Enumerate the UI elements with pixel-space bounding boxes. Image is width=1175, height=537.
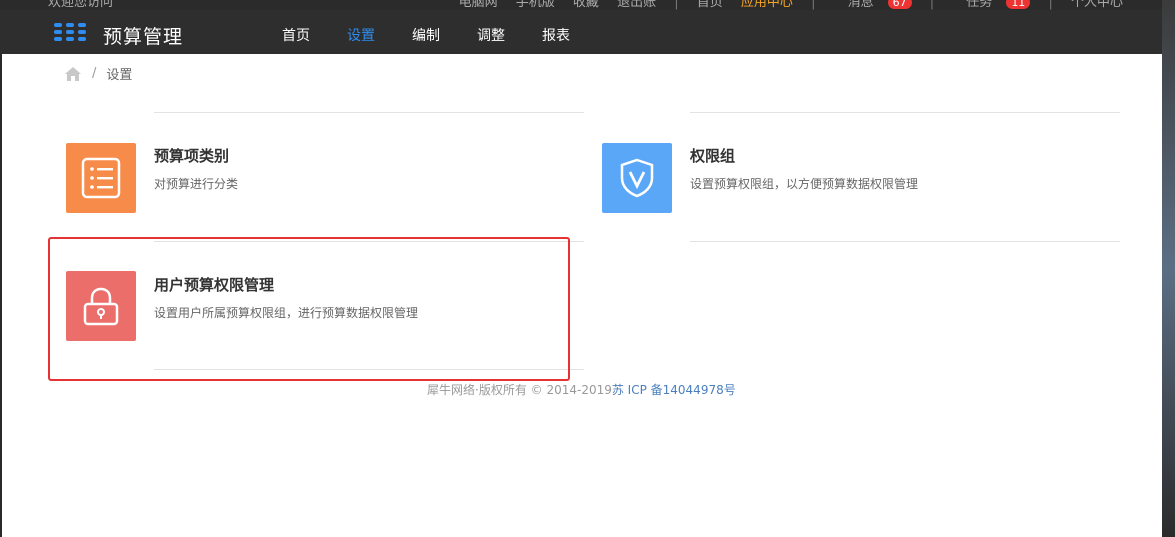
top-right-links: 电脑网 手机版 收藏 退出账 | 首页 应用中心 | 消息 67 | 任务 11 |… xyxy=(445,0,1123,10)
divider: | xyxy=(929,0,935,10)
tasks-badge: 11 xyxy=(1006,0,1031,9)
page-footer: 犀牛网络·版权所有 © 2014-2019苏 ICP 备14044978号 xyxy=(427,381,736,398)
top-link-home[interactable]: 首页 xyxy=(697,0,723,10)
footer-icp-link[interactable]: 苏 ICP 备14044978号 xyxy=(612,383,736,397)
selection-highlight xyxy=(48,237,570,381)
nav-item-compile[interactable]: 编制 xyxy=(412,25,440,45)
top-link-personal[interactable]: 个人中心 xyxy=(1071,0,1123,10)
brand-title: 预算管理 xyxy=(103,26,184,48)
footer-copyright: 犀牛网络·版权所有 © 2014-2019 xyxy=(427,383,612,397)
top-link-tasks[interactable]: 任务 11 xyxy=(952,0,1031,10)
divider: | xyxy=(811,0,816,10)
tasks-label: 任务 xyxy=(966,0,993,10)
messages-label: 消息 xyxy=(847,0,874,10)
tile-description: 对预算进行分类 xyxy=(154,177,239,191)
window-edge xyxy=(1162,0,1175,537)
divider xyxy=(154,112,584,113)
breadcrumb-current: 设置 xyxy=(106,68,133,83)
tile-description: 设置预算权限组，以方便预算数据权限管理 xyxy=(690,177,919,191)
tile-title[interactable]: 权限组 xyxy=(690,145,735,166)
main-navbar: 预算管理 首页 设置 编制 调整 报表 xyxy=(0,10,1162,54)
nav-menu: 首页 设置 编制 调整 报表 xyxy=(282,25,607,45)
welcome-text: 欢迎您访问 xyxy=(48,0,114,10)
divider xyxy=(690,112,1120,113)
nav-item-adjust[interactable]: 调整 xyxy=(477,25,505,45)
breadcrumb: / 设置 xyxy=(64,64,132,83)
top-link-favorite[interactable]: 收藏 xyxy=(573,0,599,10)
top-link-mobile[interactable]: 手机版 xyxy=(516,0,555,10)
nav-item-settings[interactable]: 设置 xyxy=(347,25,375,45)
top-link-logout[interactable]: 退出账 xyxy=(617,0,656,10)
app-logo-icon[interactable] xyxy=(54,23,88,41)
list-icon[interactable] xyxy=(66,143,136,213)
home-icon[interactable] xyxy=(64,66,82,82)
top-link-messages[interactable]: 消息 67 xyxy=(834,0,912,10)
top-link-app-center[interactable]: 应用中心 xyxy=(741,0,793,10)
shield-icon[interactable] xyxy=(602,143,672,213)
messages-badge: 67 xyxy=(887,0,912,9)
top-utility-bar: 欢迎您访问 电脑网 手机版 收藏 退出账 | 首页 应用中心 | 消息 67 | … xyxy=(0,0,1175,10)
main-content: / 设置 预算项类别 对预算进行分类 权限组 设置预算权限组，以方便预算数据权限… xyxy=(2,54,1162,537)
breadcrumb-separator: / xyxy=(92,66,97,81)
divider: | xyxy=(1048,0,1053,10)
nav-item-home[interactable]: 首页 xyxy=(282,25,310,45)
top-link-pc[interactable]: 电脑网 xyxy=(459,0,498,10)
nav-item-reports[interactable]: 报表 xyxy=(542,25,570,45)
tile-title[interactable]: 预算项类别 xyxy=(154,145,229,166)
divider xyxy=(690,241,1120,242)
divider: | xyxy=(674,0,679,10)
